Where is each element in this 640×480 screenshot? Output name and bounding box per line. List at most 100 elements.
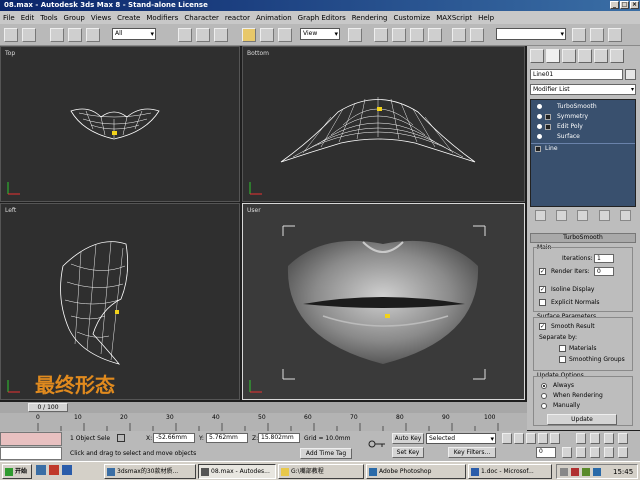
maxscript-output-field[interactable] bbox=[0, 447, 62, 460]
viewport-top[interactable]: Top bbox=[0, 46, 240, 202]
task-word-doc[interactable]: 1.doc - Microsof... bbox=[468, 464, 552, 479]
word-quicklaunch-icon[interactable] bbox=[62, 465, 72, 475]
current-frame-field[interactable]: 0 bbox=[536, 447, 556, 458]
align-icon[interactable] bbox=[470, 28, 484, 42]
zoom-icon[interactable] bbox=[576, 433, 586, 444]
display-tab-icon[interactable] bbox=[594, 49, 608, 63]
y-coordinate-field[interactable]: 5.762mm bbox=[206, 433, 248, 443]
menu-graph-editors[interactable]: Graph Editors bbox=[298, 14, 346, 22]
lightbulb-icon[interactable] bbox=[537, 114, 542, 119]
auto-key-button[interactable]: Auto Key bbox=[392, 433, 424, 444]
menu-customize[interactable]: Customize bbox=[393, 14, 430, 22]
next-frame-icon[interactable] bbox=[538, 433, 548, 444]
network-icon[interactable] bbox=[560, 468, 568, 476]
modify-tab-icon[interactable] bbox=[546, 49, 560, 63]
menu-views[interactable]: Views bbox=[91, 14, 111, 22]
maximize-viewport-icon[interactable] bbox=[618, 447, 628, 458]
unlink-icon[interactable] bbox=[68, 28, 82, 42]
iterations-spinner[interactable]: 1 bbox=[594, 254, 614, 263]
smooth-result-checkbox[interactable]: ✓ bbox=[539, 323, 546, 330]
key-filters-button[interactable]: Key Filters... bbox=[448, 447, 496, 458]
key-icon[interactable] bbox=[368, 439, 386, 449]
make-unique-icon[interactable] bbox=[577, 210, 589, 221]
z-coordinate-field[interactable]: 15.802mm bbox=[258, 433, 300, 443]
object-color-swatch[interactable] bbox=[625, 69, 636, 80]
zoom-extents-all-icon[interactable] bbox=[618, 433, 628, 444]
menu-reactor[interactable]: reactor bbox=[225, 14, 250, 22]
x-coordinate-field[interactable]: -52.66mm bbox=[153, 433, 195, 443]
minimize-icon[interactable]: _ bbox=[610, 1, 619, 9]
set-key-button[interactable]: Set Key bbox=[392, 447, 424, 458]
task-photoshop[interactable]: Adobe Photoshop bbox=[366, 464, 466, 479]
select-object-icon[interactable] bbox=[178, 28, 192, 42]
select-by-name-icon[interactable] bbox=[196, 28, 210, 42]
pan-icon[interactable] bbox=[590, 447, 600, 458]
start-button[interactable]: 开始 bbox=[2, 464, 32, 479]
spinner-snap-icon[interactable] bbox=[428, 28, 442, 42]
expand-icon[interactable] bbox=[545, 114, 551, 120]
lightbulb-icon[interactable] bbox=[537, 124, 542, 129]
menu-character[interactable]: Character bbox=[184, 14, 219, 22]
rotate-icon[interactable] bbox=[260, 28, 274, 42]
reference-coordinate-dropdown[interactable]: View bbox=[300, 28, 340, 40]
expand-icon[interactable] bbox=[545, 124, 551, 130]
snaps-toggle-icon[interactable] bbox=[374, 28, 388, 42]
time-slider-thumb[interactable]: 0 / 100 bbox=[28, 403, 68, 412]
motion-tab-icon[interactable] bbox=[578, 49, 592, 63]
zoom-extents-icon[interactable] bbox=[604, 433, 614, 444]
render-scene-icon[interactable] bbox=[590, 28, 604, 42]
maximize-icon[interactable]: □ bbox=[620, 1, 629, 9]
mirror-icon[interactable] bbox=[452, 28, 466, 42]
render-iters-checkbox[interactable]: ✓ bbox=[539, 268, 546, 275]
utilities-tab-icon[interactable] bbox=[610, 49, 624, 63]
menu-help[interactable]: Help bbox=[478, 14, 494, 22]
stack-item-turbosmooth[interactable]: TurboSmooth bbox=[531, 102, 635, 112]
update-button[interactable]: Update bbox=[547, 414, 617, 425]
arc-rotate-icon[interactable] bbox=[604, 447, 614, 458]
task-3dsmax[interactable]: 08.max - Autodes... bbox=[198, 464, 276, 479]
rectangle-selection-icon[interactable] bbox=[214, 28, 228, 42]
show-end-result-icon[interactable] bbox=[556, 210, 568, 221]
add-time-tag-button[interactable]: Add Time Tag bbox=[300, 448, 352, 459]
selection-filter-dropdown[interactable]: All bbox=[112, 28, 156, 40]
viewport-user[interactable]: User bbox=[242, 203, 525, 400]
menu-modifiers[interactable]: Modifiers bbox=[146, 14, 178, 22]
previous-frame-icon[interactable] bbox=[514, 433, 524, 444]
lightbulb-icon[interactable] bbox=[537, 104, 542, 109]
go-to-start-icon[interactable] bbox=[502, 433, 512, 444]
lightbulb-icon[interactable] bbox=[537, 134, 542, 139]
move-icon[interactable] bbox=[242, 28, 256, 42]
app-quicklaunch-icon[interactable] bbox=[49, 465, 59, 475]
menu-edit[interactable]: Edit bbox=[21, 14, 35, 22]
go-to-end-icon[interactable] bbox=[550, 433, 560, 444]
stack-item-line[interactable]: Line bbox=[531, 143, 635, 153]
always-radio[interactable] bbox=[541, 383, 547, 389]
material-editor-icon[interactable] bbox=[572, 28, 586, 42]
field-of-view-icon[interactable] bbox=[576, 447, 586, 458]
ime-icon[interactable] bbox=[593, 468, 601, 476]
object-name-field[interactable]: Line01 bbox=[530, 69, 623, 80]
pivot-center-icon[interactable] bbox=[348, 28, 362, 42]
render-iters-spinner[interactable]: 0 bbox=[594, 267, 614, 276]
key-mode-dropdown[interactable]: Selected bbox=[426, 433, 496, 444]
quick-render-icon[interactable] bbox=[608, 28, 622, 42]
task-folder[interactable]: G:\嘴部教程 bbox=[278, 464, 364, 479]
time-configuration-icon[interactable] bbox=[562, 447, 572, 458]
create-tab-icon[interactable] bbox=[530, 49, 544, 63]
maxscript-listener-field[interactable] bbox=[0, 432, 62, 446]
hierarchy-tab-icon[interactable] bbox=[562, 49, 576, 63]
materials-checkbox[interactable] bbox=[559, 345, 566, 352]
ie-quicklaunch-icon[interactable] bbox=[36, 465, 46, 475]
menu-file[interactable]: File bbox=[3, 14, 15, 22]
task-3dsmax-materials[interactable]: 3dsmax的30款材质... bbox=[104, 464, 196, 479]
turbosmooth-rollout-title[interactable]: TurboSmooth bbox=[530, 233, 636, 243]
viewport-bottom[interactable]: Bottom bbox=[242, 46, 525, 202]
tray-app-icon[interactable] bbox=[571, 468, 579, 476]
menu-animation[interactable]: Animation bbox=[256, 14, 292, 22]
angle-snap-icon[interactable] bbox=[392, 28, 406, 42]
menu-maxscript[interactable]: MAXScript bbox=[436, 14, 472, 22]
volume-icon[interactable] bbox=[582, 468, 590, 476]
explicit-normals-checkbox[interactable] bbox=[539, 299, 546, 306]
stack-item-surface[interactable]: Surface bbox=[531, 132, 635, 142]
redo-icon[interactable] bbox=[22, 28, 36, 42]
